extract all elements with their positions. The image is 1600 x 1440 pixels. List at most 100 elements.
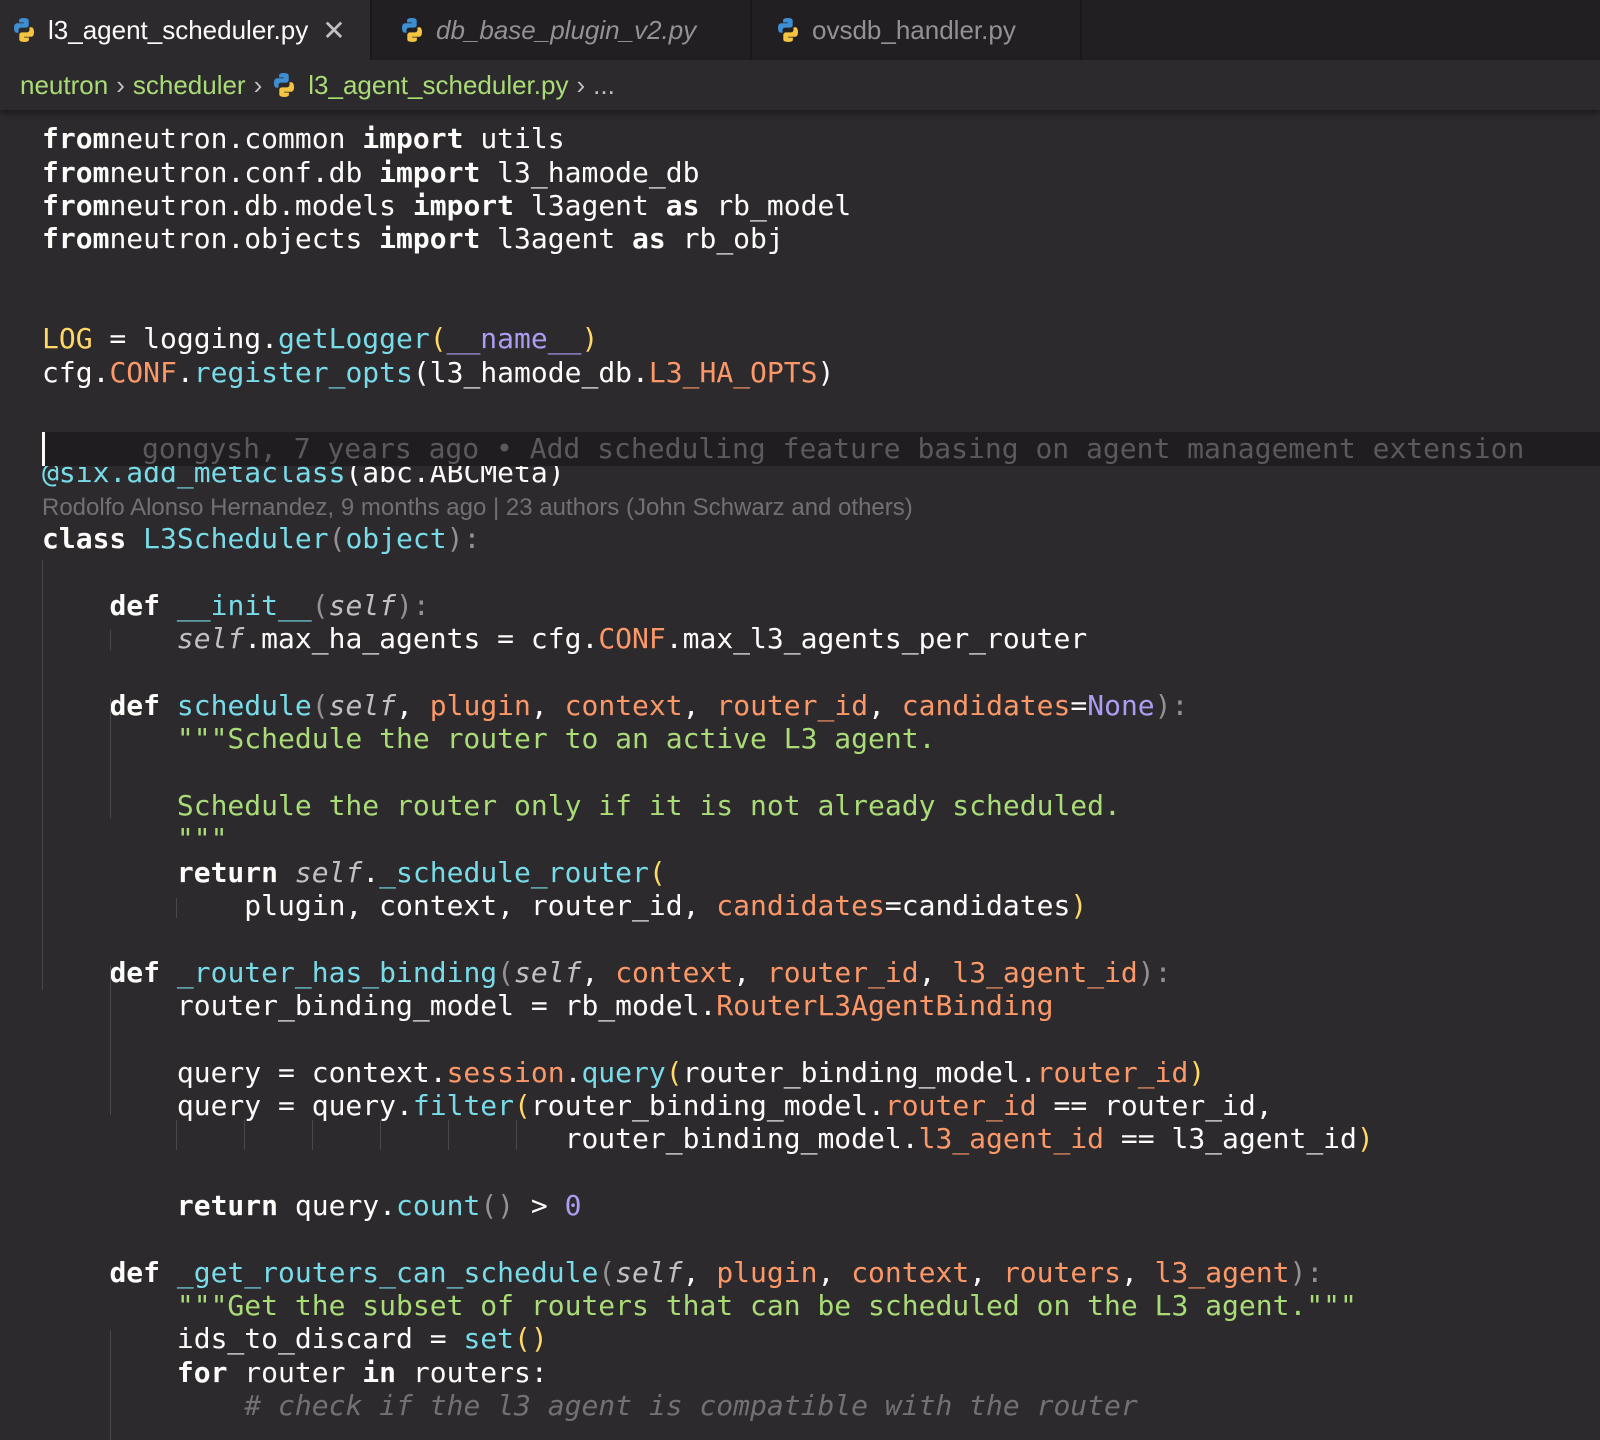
chevron-right-icon: › [253,69,263,100]
indent-guide [448,1120,449,1150]
code-line[interactable]: def _get_routers_can_schedule(self, plug… [42,1256,1323,1290]
code-token: == router_id, [1036,1089,1273,1122]
code-token: utils [463,122,565,155]
code-token: candidates [716,889,885,922]
code-line[interactable]: """ [42,822,228,856]
code-token: neutron.objects [109,222,380,255]
breadcrumb-ellipsis[interactable]: ... [593,70,615,101]
indent-guide [380,1120,381,1150]
code-token: context [615,956,734,989]
code-token: = [884,889,902,922]
code-token: , [682,689,717,722]
code-line[interactable]: query = query.filter(router_binding_mode… [42,1089,1273,1123]
codelens-authors[interactable]: Rodolfo Alonso Hernandez, 9 months ago |… [42,491,913,525]
code-token: ids_to_discard = [42,1322,464,1355]
tab-l3-agent-scheduler[interactable]: l3_agent_scheduler.py ✕ [0,0,372,60]
code-token: , [868,689,902,722]
code-line[interactable]: LOG = logging.getLogger(__name__) [42,322,598,356]
code-token: , [918,956,953,989]
close-icon[interactable]: ✕ [322,14,345,47]
code-token: plugin [716,1256,818,1289]
code-token: # check if the l3 agent is compatible wi… [244,1389,1138,1422]
code-token: self [176,622,245,655]
code-line[interactable]: return self._schedule_router( [42,856,666,890]
code-line[interactable]: router_binding_model.l3_agent_id == l3_a… [42,1122,1374,1156]
breadcrumb-item-scheduler[interactable]: scheduler [133,70,246,101]
code-token: L3_HA_OPTS [648,356,818,389]
tab-ovsdb-handler[interactable]: ovsdb_handler.py [752,0,1082,60]
breadcrumb: neutron › scheduler › l3_agent_scheduler… [0,60,1600,110]
code-token: l3_hamode_db [480,156,700,189]
code-token: .max_l3_agents_per_router [665,622,1088,655]
code-token: , [1120,1256,1155,1289]
code-token: () [514,1322,548,1355]
code-token: routers: [396,1356,548,1389]
code-line[interactable]: plugin, context, router_id, candidates=c… [42,889,1087,923]
code-line[interactable]: return query.count() > 0 [42,1189,582,1223]
code-token: return [176,856,279,889]
code-line[interactable]: query = context.session.query(router_bin… [42,1056,1205,1090]
indent-guide [516,1120,517,1150]
tab-db-base-plugin[interactable]: db_base_plugin_v2.py [372,0,752,60]
code-token: . [362,856,380,889]
code-token: from [42,222,110,255]
code-token: ( [328,522,346,555]
code-line[interactable]: fromneutron.conf.db import l3_hamode_db [42,156,699,190]
breadcrumb-item-neutron[interactable]: neutron [20,70,108,101]
code-token: l3agent [514,189,666,222]
code-line[interactable]: # check if the l3 agent is compatible wi… [42,1389,1138,1423]
code-token: cfg. [42,356,110,389]
code-token: router_binding_model. [682,1056,1037,1089]
code-token: query = context. [42,1056,447,1089]
code-token: , [969,1256,1003,1289]
code-line[interactable]: Schedule the router only if it is not al… [42,789,1121,823]
code-token: , [733,956,767,989]
code-line[interactable]: fromneutron.common import utils [42,122,565,156]
indent-guide [244,1120,245,1150]
code-token: Schedule the router only if it is not al… [176,789,1121,822]
code-token: None [1087,689,1155,722]
code-token: == l3_agent_id [1104,1122,1357,1155]
code-line[interactable]: router_binding_model = rb_model.RouterL3… [42,989,1054,1023]
code-token: from [42,156,110,189]
code-line[interactable]: def _router_has_binding(self, context, r… [42,956,1171,990]
code-token: import [412,189,515,222]
code-token: rb_obj [665,222,784,255]
code-token: .max_ha_agents = cfg. [244,622,599,655]
code-token: l3agent [480,222,633,255]
code-token: count [396,1189,481,1222]
code-editor[interactable]: fromneutron.common import utils fromneutr… [0,110,1600,1440]
code-line[interactable]: """Get the subset of routers that can be… [42,1289,1357,1323]
code-token: neutron.common [109,122,363,155]
code-token: ): [446,522,481,555]
indent-guide [42,560,43,990]
tab-bar: l3_agent_scheduler.py ✕ db_base_plugin_v… [0,0,1600,60]
breadcrumb-item-file[interactable]: l3_agent_scheduler.py [308,70,568,101]
code-token: ): [1289,1256,1324,1289]
code-line[interactable]: for router in routers: [42,1356,548,1390]
code-line[interactable]: """Schedule the router to an active L3 a… [42,722,936,756]
code-token: router_binding_model. [42,1122,919,1155]
code-line[interactable]: class L3Scheduler(object): [42,522,480,556]
code-line[interactable]: ids_to_discard = set() [42,1322,548,1356]
code-line[interactable]: def schedule(self, plugin, context, rout… [42,689,1188,723]
code-token: LOG [42,322,93,355]
code-token: ( [497,956,515,989]
code-line[interactable]: def __init__(self): [42,589,429,623]
code-token: ) [581,322,599,355]
code-line[interactable]: fromneutron.objects import l3agent as rb… [42,222,784,256]
tab-label: l3_agent_scheduler.py [48,14,309,45]
code-token: context [564,689,683,722]
code-line[interactable]: cfg.CONF.register_opts(l3_hamode_db.L3_H… [42,356,834,390]
indent-guide [110,965,111,1115]
code-token: in [362,1356,397,1389]
code-line[interactable]: self.max_ha_agents = cfg.CONF.max_l3_age… [42,622,1087,656]
code-line[interactable]: fromneutron.db.models import l3agent as … [42,189,851,223]
code-token: _schedule_router [379,856,649,889]
code-token: ( [514,1089,531,1122]
